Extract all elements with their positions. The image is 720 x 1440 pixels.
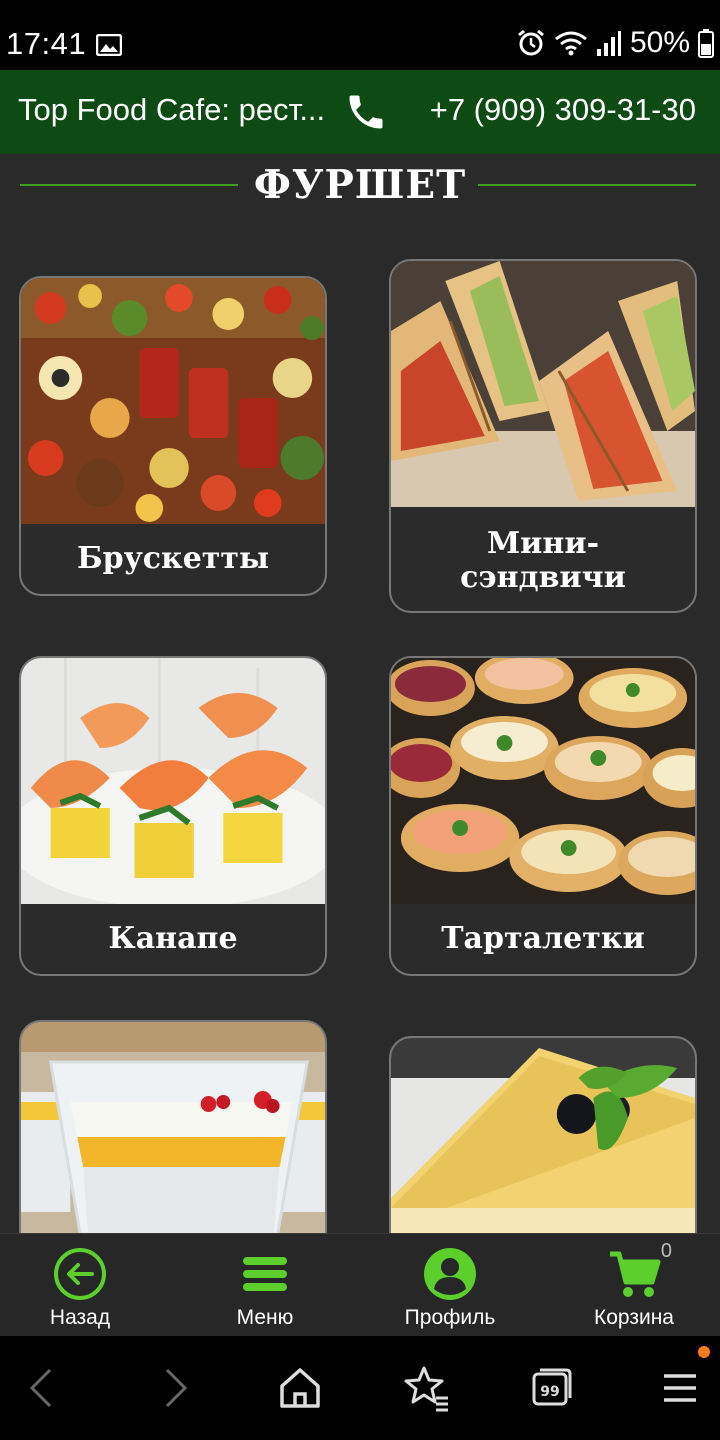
bookmarks-star-icon[interactable] [396, 1358, 456, 1418]
section-title: ФУРШЕТ [253, 162, 467, 208]
category-label-line2: сэндвичи [460, 560, 626, 595]
notification-dot [698, 1346, 710, 1358]
pie-image [391, 1038, 695, 1234]
bruschetta-image [21, 278, 325, 524]
dessert-image [21, 1022, 325, 1234]
battery-icon [698, 29, 714, 58]
category-label: Канапе [108, 921, 238, 956]
nav-cart-label: Корзина [594, 1306, 674, 1329]
category-card-canapes[interactable]: Канапе [19, 656, 327, 976]
wifi-icon [555, 31, 587, 56]
app-header: Top Food Cafe: рест... +7 (909) 309-31-3… [0, 70, 720, 154]
status-bar: 17:41 50% [0, 0, 720, 70]
battery-percentage: 50% [629, 26, 690, 59]
category-card-mini-sandwiches[interactable]: Мини- сэндвичи [389, 259, 697, 613]
header-title[interactable]: Top Food Cafe: рест... [18, 92, 334, 128]
nav-profile-label: Профиль [404, 1306, 496, 1329]
alarm-icon [518, 29, 544, 56]
phone-icon[interactable] [344, 90, 388, 134]
signal-icon [596, 31, 621, 56]
cart-count-badge: 0 [660, 1240, 672, 1262]
profile-icon [424, 1248, 476, 1300]
nav-cart-button[interactable]: 0 Корзина [574, 1240, 694, 1330]
status-time: 17:41 [6, 26, 87, 61]
bottom-navigation: Назад Меню Профиль 0 Корзина [0, 1233, 720, 1336]
tabs-icon[interactable]: 99 [522, 1358, 582, 1418]
menu-icon [243, 1257, 287, 1291]
cart-icon [610, 1251, 661, 1297]
category-label: Тарталетки [441, 921, 645, 956]
category-card-tartlets[interactable]: Тарталетки [389, 656, 697, 976]
browser-menu-icon[interactable] [650, 1358, 710, 1418]
nav-back-button[interactable]: Назад [20, 1246, 140, 1330]
tartlets-image [391, 658, 695, 904]
home-icon[interactable] [270, 1358, 330, 1418]
back-arrow-icon [54, 1248, 106, 1300]
browser-back-icon[interactable] [12, 1358, 72, 1418]
browser-forward-icon[interactable] [145, 1358, 205, 1418]
section-header: ФУРШЕТ [0, 154, 720, 216]
category-label: Брускетты [76, 541, 270, 576]
browser-navigation-bar: 99 [0, 1336, 720, 1440]
mini-sandwiches-image [391, 261, 695, 507]
app-screen: 17:41 50% Top Food Cafe: рест... +7 (909… [0, 0, 720, 1440]
gallery-notification-icon [96, 34, 122, 56]
canapes-image [21, 658, 325, 904]
nav-menu-label: Меню [236, 1306, 294, 1329]
nav-back-label: Назад [49, 1306, 111, 1329]
header-phone-number[interactable]: +7 (909) 309-31-30 [430, 92, 696, 128]
status-icons: 50% [516, 26, 714, 60]
nav-menu-button[interactable]: Меню [205, 1246, 325, 1330]
category-card-bruschetta[interactable]: Брускетты [19, 276, 327, 596]
svg-text:99: 99 [540, 1384, 559, 1400]
category-label: Мини- [486, 526, 600, 561]
nav-profile-button[interactable]: Профиль [390, 1246, 510, 1330]
